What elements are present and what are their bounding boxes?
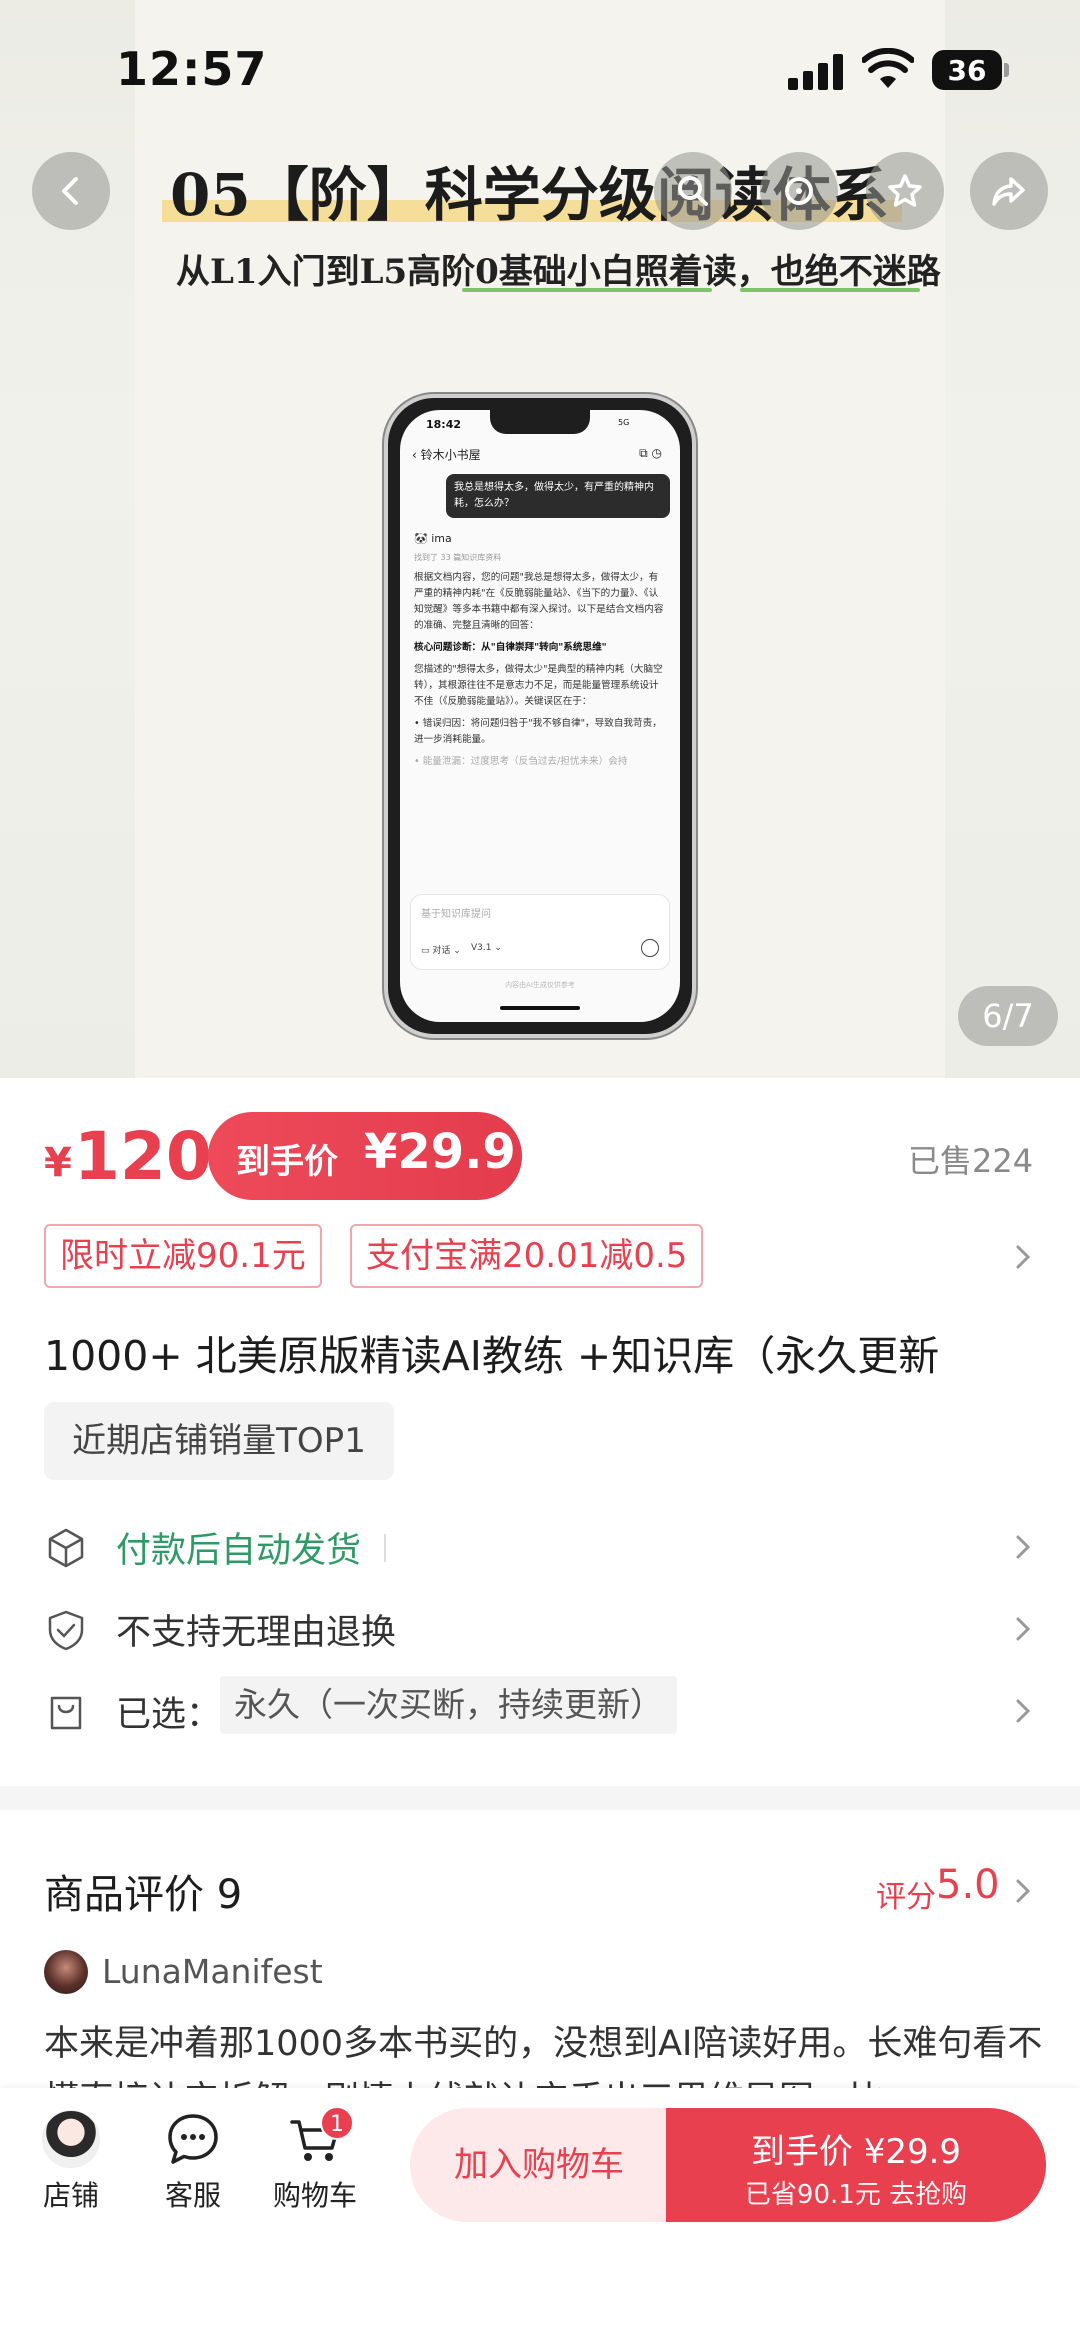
selected-label: 已选： xyxy=(116,1695,222,1735)
phone-option-model-label: V3.1 xyxy=(471,943,492,953)
shop-avatar xyxy=(42,2110,100,2168)
phone-answer-p4: • 能量泄漏：过度思考（反刍过去/担忧未来）会持 xyxy=(414,756,628,767)
shop-tab[interactable]: 店铺 xyxy=(16,2110,126,2220)
cellular-signal-icon xyxy=(788,54,844,90)
phone-status: 5G xyxy=(618,418,630,427)
phone-option-model: V3.1 ⌄ xyxy=(471,943,502,953)
refund-label: 不支持无理由退换 xyxy=(116,1613,397,1653)
delivery-label: 付款后自动发货 xyxy=(116,1531,362,1571)
sold-count: 已售224 xyxy=(908,1142,1034,1180)
favorite-button[interactable] xyxy=(866,152,944,230)
subtitle-underline xyxy=(462,288,712,292)
phone-voice-icon xyxy=(641,939,659,957)
more-icon xyxy=(785,177,813,205)
review-text[interactable]: 本来是冲着那1000多本书买的，没想到AI陪读好用。长难句看不懂直接让它拆解，剧… xyxy=(44,2016,1044,2098)
search-button[interactable] xyxy=(654,152,732,230)
delivery-row[interactable]: 付款后自动发货 xyxy=(0,1512,1080,1582)
shop-label: 店铺 xyxy=(42,2179,99,2212)
phone-answer-p1: 根据文档内容，您的问题"我总是想得太多，做得太少，有严重的精神内耗"在《反脆弱能… xyxy=(414,572,664,631)
final-price-value: ¥29.9 xyxy=(364,1124,516,1180)
battery-level: 36 xyxy=(947,54,987,87)
phone-chat-header: ‹ 铃木小书屋 ⧉ ◷ xyxy=(412,446,662,462)
phone-input-placeholder: 基于知识库提问 xyxy=(421,909,491,920)
cart-label: 购物车 xyxy=(272,2179,357,2212)
chevron-left-icon xyxy=(62,177,78,205)
buy-price-label: 到手价 ¥29.9 xyxy=(750,2132,962,2172)
service-tab[interactable]: 客服 xyxy=(138,2110,248,2220)
coupon-tag[interactable]: 限时立减90.1元 xyxy=(44,1224,322,1288)
phone-header-icons: ⧉ ◷ xyxy=(639,446,662,460)
reviewer-avatar xyxy=(44,1950,88,1994)
service-label: 客服 xyxy=(164,2179,221,2212)
chevron-right-icon[interactable] xyxy=(1008,1876,1038,1906)
status-bar: 12:57 36 xyxy=(0,0,1080,140)
phone-assistant-name: 🐼 ima xyxy=(414,532,452,545)
phone-option-chat: ▭ 对话 ⌄ xyxy=(421,946,461,956)
reviewer-name: LunaManifest xyxy=(102,1952,323,1991)
status-time: 12:57 xyxy=(116,42,268,96)
phone-chat-title: 铃木小书屋 xyxy=(420,448,481,462)
selected-spec-row[interactable]: 已选： 永久（一次买断，持续更新） xyxy=(0,1676,1080,1746)
phone-answer-p2: 您描述的"想得太多，做得太少"是典型的精神内耗（大脑空转），其根源往往不是意志力… xyxy=(414,664,663,707)
phone-answer-p3: • 错误归因：将问题归咎于"我不够自律"，导致自我苛责，进一步消耗能量。 xyxy=(414,718,662,745)
final-price-badge: 到手价 ¥29.9 xyxy=(208,1112,522,1200)
price-amount: 120 xyxy=(74,1118,212,1195)
more-button[interactable] xyxy=(760,152,838,230)
chat-bubble-icon xyxy=(168,2114,218,2164)
back-button[interactable] xyxy=(32,152,110,230)
rank-tag[interactable]: 近期店铺销量TOP1 xyxy=(44,1402,394,1480)
selected-value: 永久（一次买断，持续更新） xyxy=(220,1676,677,1734)
divider xyxy=(384,1534,386,1562)
phone-assistant-label: ima xyxy=(431,532,452,545)
subtitle-underline xyxy=(740,288,920,292)
wifi-icon xyxy=(862,48,914,88)
phone-screen: 18:42 5G ‹ 铃木小书屋 ⧉ ◷ 我总是想得太多，做得太少，有严重的精神内… xyxy=(400,410,680,1022)
shield-check-icon xyxy=(48,1610,84,1651)
star-icon xyxy=(888,174,922,207)
add-to-cart-button[interactable]: 加入购物车 xyxy=(410,2108,668,2222)
image-subtitle: 从L1入门到L5高阶0基础小白照着读，也绝不迷路 xyxy=(176,252,941,292)
search-icon xyxy=(678,176,708,206)
phone-input-box: 基于知识库提问 ▭ 对话 ⌄ V3.1 ⌄ xyxy=(410,894,670,970)
coupon-tag[interactable]: 支付宝满20.01减0.5 xyxy=(350,1224,704,1288)
battery-icon: 36 xyxy=(932,50,1009,90)
phone-mockup: 18:42 5G ‹ 铃木小书屋 ⧉ ◷ 我总是想得太多，做得太少，有严重的精神内… xyxy=(384,394,696,1038)
phone-found-docs: 找到了 33 篇知识库资料 xyxy=(414,553,502,562)
product-title: 1000+ 北美原版精读AI教练 +知识库（永久更新 xyxy=(44,1332,940,1380)
phone-option-chat-label: 对话 xyxy=(432,946,451,956)
phone-footer-note: 内容由AI生成仅供参考 xyxy=(505,981,575,989)
phone-answer-heading: 核心问题诊断：从"自律崇拜"转向"系统思维" xyxy=(414,642,607,653)
rating-label: 评分 xyxy=(876,1880,936,1915)
phone-user-bubble: 我总是想得太多，做得太少，有严重的精神内耗，怎么办？ xyxy=(446,474,670,518)
buy-savings-label: 已省90.1元 去抢购 xyxy=(744,2180,968,2210)
chevron-right-icon[interactable] xyxy=(1008,1242,1038,1272)
chevron-right-icon xyxy=(1016,1535,1031,1559)
image-page-indicator: 6/7 xyxy=(958,986,1058,1046)
rating-value: 5.0 xyxy=(936,1862,1000,1908)
section-divider xyxy=(0,1786,1080,1810)
chevron-right-icon xyxy=(1016,1617,1031,1641)
package-icon xyxy=(48,1528,84,1568)
final-price-label: 到手价 xyxy=(236,1142,338,1182)
share-button[interactable] xyxy=(970,152,1048,230)
shopping-bag-icon xyxy=(50,1696,82,1730)
phone-notch xyxy=(490,410,590,434)
cart-badge: 1 xyxy=(320,2106,354,2140)
buy-now-button[interactable]: 到手价 ¥29.9 已省90.1元 去抢购 xyxy=(666,2108,1046,2222)
chevron-right-icon xyxy=(1016,1699,1031,1723)
refund-row[interactable]: 不支持无理由退换 xyxy=(0,1594,1080,1664)
price-currency: ¥ xyxy=(44,1140,72,1186)
cart-tab[interactable]: 1 购物车 xyxy=(260,2106,370,2220)
share-icon xyxy=(992,177,1025,206)
reviews-title[interactable]: 商品评价 9 xyxy=(44,1862,242,1920)
phone-home-indicator xyxy=(500,1006,580,1010)
phone-answer: 根据文档内容，您的问题"我总是想得太多，做得太少，有严重的精神内耗"在《反脆弱能… xyxy=(414,570,666,776)
phone-time: 18:42 xyxy=(426,418,462,431)
